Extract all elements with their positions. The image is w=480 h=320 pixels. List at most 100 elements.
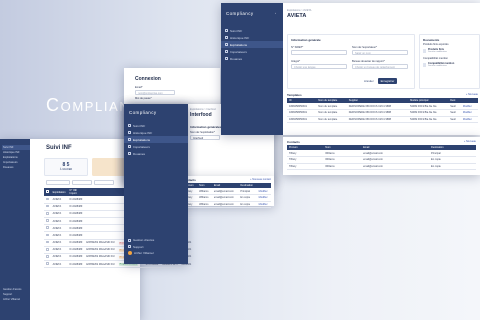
row-checkbox[interactable]: [46, 219, 49, 222]
history-icon: [225, 36, 228, 39]
language-select[interactable]: Choisir une langue: [291, 64, 347, 69]
tall-sidebar: Compliancy Suivi INF Historique INF Expl…: [124, 104, 188, 264]
file-icon: [423, 62, 426, 67]
filter-inf[interactable]: [72, 180, 92, 185]
table-cell: En copie: [238, 194, 257, 202]
list-icon: [128, 124, 131, 127]
row-checkbox[interactable]: [46, 262, 49, 265]
table-cell: [84, 203, 117, 211]
table-cell: En copie: [429, 163, 476, 171]
table-cell: [84, 231, 117, 240]
suivi-window: Suivi INF Historique INF Exploitations I…: [0, 139, 194, 320]
row-checkbox[interactable]: [46, 212, 49, 215]
table-cell: IF-0028489: [67, 224, 85, 233]
file-icon: [423, 48, 426, 53]
table-cell: AVIETA: [50, 260, 68, 269]
interfood-lower: Contacts + Nouveau contact Prénom Nom Em…: [180, 176, 274, 209]
document-item[interactable]: Compatibilité mention Dernière modificat…: [423, 62, 476, 67]
table-cell: IF-0028489: [67, 231, 85, 240]
edit-link[interactable]: Modifier: [256, 201, 271, 209]
table-cell: FEFINOPEDE 666 DOCS CZC1 9888: [346, 109, 409, 117]
cancel-button[interactable]: Annuler: [364, 79, 374, 83]
row-checkbox[interactable]: [46, 247, 49, 251]
avieta-window: Compliancy ‹ Suivi INF Historique INF Ex…: [221, 3, 480, 135]
sidebar-item-douanes[interactable]: Douanes: [124, 150, 188, 157]
sidebar-item-douanes[interactable]: Douanes: [2, 165, 30, 170]
login-title: Connexion: [135, 76, 161, 82]
new-contact-link[interactable]: + Nouveau contact: [250, 178, 271, 182]
stat-card: 8 5 À VALIDER: [44, 158, 88, 176]
table-cell: EXPRESS MAGASIN DU: [84, 239, 117, 247]
table-cell: En copie: [238, 201, 257, 209]
new-template-link[interactable]: + Nouveau: [466, 93, 478, 97]
table-cell: Williams: [323, 156, 362, 164]
avieta-sidebar: Compliancy ‹ Suivi INF Historique INF Ex…: [221, 3, 283, 135]
help-icon: [128, 245, 131, 249]
sidebar-item-importateurs[interactable]: Importateurs: [221, 48, 283, 55]
sidebar-item-suivi[interactable]: Suivi INF: [221, 27, 283, 34]
table-cell: Nom du template: [316, 116, 347, 124]
row-checkbox[interactable]: [46, 226, 49, 230]
sidebar-item-importateurs[interactable]: Importateurs: [124, 143, 188, 150]
table-cell: email@email.com: [361, 156, 430, 164]
user-profile[interactable]: Arthur Villaroel: [2, 297, 22, 302]
avatar: [128, 250, 132, 255]
sidebar-item-exploitations[interactable]: Exploitations: [124, 136, 188, 143]
save-button[interactable]: Enregistrer: [377, 78, 398, 85]
table-cell: IF-0028489: [67, 210, 85, 218]
sidebar-item-historique[interactable]: Historique INF: [221, 34, 283, 41]
row-checkbox[interactable]: [46, 233, 49, 237]
customs-office-select[interactable]: Choisir un bureau de rattachement: [352, 64, 408, 69]
sidebar-item-historique[interactable]: Historique INF: [124, 129, 188, 136]
edit-link[interactable]: Modifier: [460, 116, 478, 124]
table-cell: EXPRESS MAGASIN DU: [84, 253, 117, 262]
new-contact-link[interactable]: + Nouveau: [464, 140, 476, 144]
document-item[interactable]: Produits finis Dernière modification: [423, 48, 476, 53]
table-cell: 54099 FO19 Bla ble bla: [408, 109, 449, 117]
table-cell: Williams: [197, 194, 212, 202]
email-field[interactable]: nom@entreprise.com: [135, 90, 175, 95]
filter-status[interactable]: [94, 180, 114, 185]
table-row: 4308458056301 Nom du template FEFINOPEDE 6…: [287, 109, 478, 117]
filter-exploitation[interactable]: [46, 180, 70, 185]
sidebar-item-exploitations[interactable]: Exploitations: [221, 41, 283, 48]
table-cell: [84, 217, 117, 226]
table-cell: AVIETA: [50, 231, 68, 240]
shield-icon: [128, 152, 131, 155]
table-cell: FEFINOPEDE 666 DOCS CZC1 9888: [346, 116, 409, 124]
suivi-main: Suivi INF 8 5 À VALIDER Exploitation N° …: [34, 145, 194, 269]
siret-field[interactable]: [291, 50, 347, 55]
select-all-checkbox[interactable]: [46, 190, 49, 193]
table-cell: Williams: [323, 163, 362, 171]
avieta-main: Exploitations > AVIETA AVIETA: [287, 9, 477, 19]
table-cell: Nom du template: [316, 109, 347, 117]
table-cell: 4308458056301: [287, 116, 317, 124]
row-checkbox[interactable]: [46, 255, 49, 258]
row-checkbox[interactable]: [46, 240, 49, 244]
table-cell: AVIETA: [50, 253, 68, 262]
exporter-name-field[interactable]: Saisir un nom: [352, 50, 408, 55]
edit-link[interactable]: Modifier: [256, 194, 271, 202]
sidebar-item-suivi[interactable]: Suivi INF: [124, 122, 188, 129]
avieta-contacts-window: Contacts + Nouveau Prénom Nom Email Dest…: [283, 137, 480, 175]
edit-link[interactable]: Modifier: [460, 109, 478, 117]
login-window: Connexion Email* nom@entreprise.com Mot …: [124, 68, 220, 108]
table-cell: email@email.com: [211, 194, 239, 202]
sidebar-logo: Compliancy: [129, 110, 157, 115]
table-cell: AVIETA: [50, 196, 68, 204]
table-row: 4308458056301 Nom du template FEFINOPEDE 6…: [287, 116, 478, 124]
building-icon: [225, 43, 228, 46]
table-cell: [84, 210, 117, 218]
table-cell: IF-0028489: [67, 203, 85, 211]
user-profile[interactable]: Arthur Villaroel: [124, 250, 188, 256]
collapse-icon[interactable]: ‹: [275, 11, 276, 15]
sidebar-item-douanes[interactable]: Douanes: [221, 55, 283, 62]
suivi-sidebar: Suivi INF Historique INF Exploitations I…: [0, 139, 30, 320]
exploitation-name-field[interactable]: Interfood: [190, 135, 220, 140]
table-cell: AVIETA: [50, 203, 68, 211]
table-cell: IF-0028489: [67, 217, 85, 226]
avieta-contacts-table: Prénom Nom Email Destination Tiffany Will…: [287, 145, 476, 171]
row-checkbox[interactable]: [46, 204, 49, 208]
truck-icon: [128, 145, 131, 148]
row-checkbox[interactable]: [46, 197, 49, 201]
